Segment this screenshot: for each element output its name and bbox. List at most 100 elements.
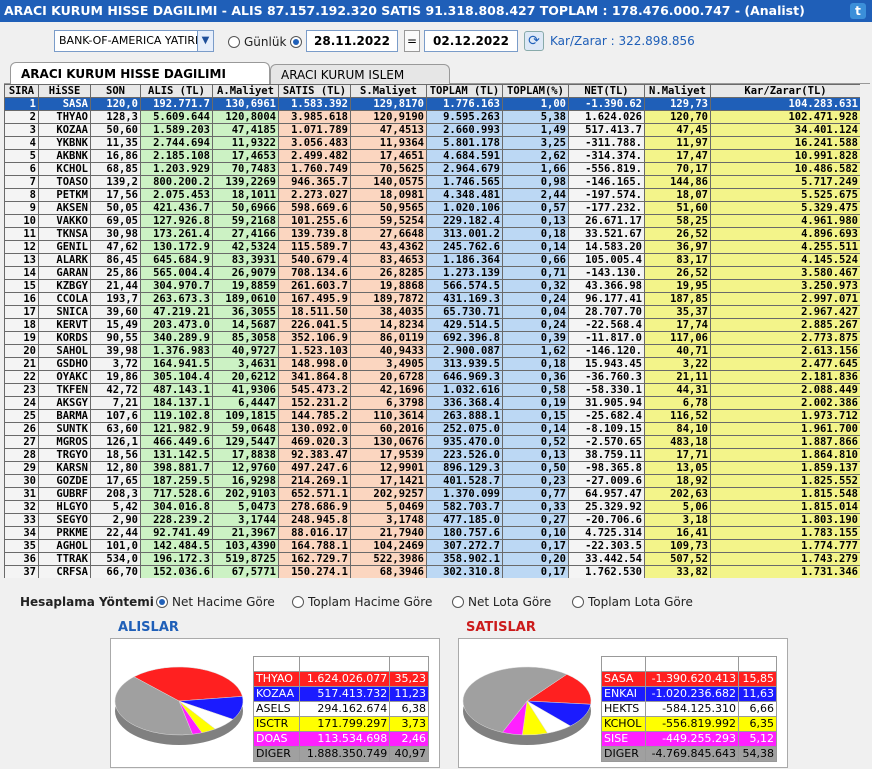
table-row[interactable]: 31 GUBRF 208,3 717.528.6 202,9103 652.571.1 20… — [4, 487, 860, 501]
column-header[interactable]: TOPLAM (TL) — [426, 84, 503, 98]
table-row[interactable]: 24 AKSGY 7,21 184.137.1 6,4447 152.231.2 6,379… — [4, 396, 860, 410]
grid-header: SIRA HiSSE SON ALIS (TL) A.Maliyet SATIS (TL)… — [4, 84, 860, 98]
legend-cell: -556.819.992 — [645, 715, 740, 732]
table-cell: 0,66 — [502, 253, 569, 267]
table-row[interactable]: 1 SASA 120,0 192.771.7 130,6961 1.583.392 129,… — [4, 97, 860, 111]
table-row[interactable]: 21 GSDHO 3,72 164.941.5 3,4631 148.998.0 3,490… — [4, 357, 860, 371]
twitter-icon[interactable]: t — [850, 3, 866, 19]
table-row[interactable]: 14 GARAN 25,86 565.004.4 26,9079 708.134.6 26,… — [4, 266, 860, 280]
legend-cell: ISCTR — [253, 715, 300, 732]
table-row[interactable]: 2 THYAO 128,3 5.609.644 120,8004 3.985.618 120… — [4, 110, 860, 124]
date-to-field[interactable]: 02.12.2022 — [424, 30, 518, 52]
table-row[interactable]: 4 YKBNK 11,35 2.744.694 11,9322 3.056.483 11,9… — [4, 136, 860, 150]
table-row[interactable]: 37 CRFSA 66,70 152.036.6 67,5771 150.274.1 68,… — [4, 565, 860, 578]
range-radio[interactable] — [290, 35, 306, 49]
table-cell: 120,70 — [644, 110, 711, 124]
table-cell: 85,3058 — [212, 331, 279, 345]
table-cell: 13 — [4, 253, 39, 267]
chevron-down-icon[interactable]: ▼ — [197, 31, 213, 51]
table-cell: 101.255.6 — [278, 214, 351, 228]
method-toplam-lota[interactable]: Toplam Lota Göre — [572, 595, 693, 609]
broker-select[interactable]: BANK-OF-AMERICA YATIRIM ▼ — [54, 30, 214, 52]
table-row[interactable]: 36 TTRAK 534,0 196.172.3 519,8725 162.729.7 52… — [4, 552, 860, 566]
table-cell: 223.526.0 — [426, 448, 503, 462]
table-cell: 1.523.103 — [278, 344, 351, 358]
table-cell: 1.973.712 — [710, 409, 860, 423]
table-row[interactable]: 16 CCOLA 193,7 263.673.3 189,0610 167.495.9 18… — [4, 292, 860, 306]
radio-icon — [228, 36, 240, 48]
column-header[interactable]: SATIS (TL) — [278, 84, 351, 98]
table-row[interactable]: 7 TOASO 139,2 800.200.2 139,2269 946.365.7 140… — [4, 175, 860, 189]
table-row[interactable]: 15 KZBGY 21,44 304.970.7 19,8859 261.603.7 19,… — [4, 279, 860, 293]
table-cell: PETKM — [38, 188, 91, 202]
tab-hisse-dagilimi[interactable]: ARACI KURUM HISSE DAGILIMI — [10, 62, 270, 85]
table-row[interactable]: 12 GENIL 47,62 130.172.9 42,5324 115.589.7 43,… — [4, 240, 860, 254]
table-cell: 29 — [4, 461, 39, 475]
table-cell: 2.773.875 — [710, 331, 860, 345]
table-row[interactable]: 35 AGHOL 101,0 142.484.5 103,4390 164.788.1 10… — [4, 539, 860, 553]
table-cell: 1.186.364 — [426, 253, 503, 267]
table-row[interactable]: 23 TKFEN 42,72 487.143.1 41,9306 545.473.2 42,… — [4, 383, 860, 397]
legend-cell: SISE — [600, 730, 647, 747]
refresh-icon[interactable]: ⟳ — [524, 31, 544, 51]
table-row[interactable]: 27 MGROS 126,1 466.449.6 129,5447 469.020.3 13… — [4, 435, 860, 449]
column-header[interactable]: Kar/Zarar(TL) — [710, 84, 860, 98]
legend-cell: 1.888.350.749 — [298, 745, 391, 762]
column-header[interactable]: N.Maliyet — [644, 84, 711, 98]
table-row[interactable]: 5 AKBNK 16,86 2.185.108 17,4653 2.499.482 17,4… — [4, 149, 860, 163]
table-cell: 5.329.475 — [710, 201, 860, 215]
table-row[interactable]: 28 TRGYO 18,56 131.142.5 17,8838 92.383.47 17,… — [4, 448, 860, 462]
table-row[interactable]: 18 KERVT 15,49 203.473.0 14,5687 226.041.5 14,… — [4, 318, 860, 332]
table-cell: 0,27 — [502, 513, 569, 527]
table-row[interactable]: 26 SUNTK 63,60 121.982.9 59,0648 130.092.0 60,… — [4, 422, 860, 436]
table-row[interactable]: 22 OYAKC 19,86 305.104.4 20,6212 341.864.8 20,… — [4, 370, 860, 384]
column-header[interactable]: TOPLAM(%) — [502, 84, 569, 98]
table-cell: -36.760.3 — [568, 370, 645, 384]
legend-cell: 15,85 — [738, 670, 777, 687]
table-cell: 130,0676 — [350, 435, 427, 449]
table-row[interactable]: 30 GOZDE 17,65 187.259.5 16,9298 214.269.1 17,… — [4, 474, 860, 488]
column-header[interactable]: NET(TL) — [568, 84, 645, 98]
table-cell: SEGYO — [38, 513, 91, 527]
table-cell: 431.169.3 — [426, 292, 503, 306]
table-cell: 0,23 — [502, 474, 569, 488]
table-cell: 96.177.41 — [568, 292, 645, 306]
table-row[interactable]: 17 SNICA 39,60 47.219.21 36,3055 18.511.50 38,… — [4, 305, 860, 319]
table-cell: 23 — [4, 383, 39, 397]
column-header[interactable]: ALIS (TL) — [140, 84, 213, 98]
table-row[interactable]: 20 SAHOL 39,98 1.376.983 40,9727 1.523.103 40,… — [4, 344, 860, 358]
column-header[interactable]: HiSSE — [38, 84, 91, 98]
table-cell: 4.896.693 — [710, 227, 860, 241]
table-cell: 2.499.482 — [278, 149, 351, 163]
table-row[interactable]: 25 BARMA 107,6 119.102.8 109,1815 144.785.2 11… — [4, 409, 860, 423]
tab-islem-ozeti[interactable]: ARACI KURUM ISLEM OZETI — [270, 64, 450, 102]
column-header[interactable]: S.Maliyet — [350, 84, 427, 98]
table-row[interactable]: 9 AKSEN 50,05 421.436.7 50,6966 598.669.6 50,9… — [4, 201, 860, 215]
table-row[interactable]: 29 KARSN 12,80 398.881.7 12,9760 497.247.6 12,… — [4, 461, 860, 475]
table-row[interactable]: 10 VAKKO 69,05 127.926.8 59,2168 101.255.6 59,… — [4, 214, 860, 228]
column-header[interactable]: SIRA — [4, 84, 39, 98]
table-row[interactable]: 19 KORDS 90,55 340.289.9 85,3058 352.106.9 86,… — [4, 331, 860, 345]
data-grid[interactable]: SIRA HiSSE SON ALIS (TL) A.Maliyet SATIS (TL)… — [4, 84, 860, 578]
table-cell: BARMA — [38, 409, 91, 423]
table-row[interactable]: 6 KCHOL 68,85 1.203.929 70,7483 1.760.749 70,5… — [4, 162, 860, 176]
date-from-field[interactable]: 28.11.2022 — [306, 30, 398, 52]
method-toplam-hacim[interactable]: Toplam Hacime Göre — [292, 595, 432, 609]
daily-radio[interactable]: Günlük — [228, 35, 286, 49]
table-cell: 148.998.0 — [278, 357, 351, 371]
table-row[interactable]: 32 HLGYO 5,42 304.016.8 5,0473 278.686.9 5,046… — [4, 500, 860, 514]
table-row[interactable]: 8 PETKM 17,56 2.075.453 18,1011 2.273.027 18,0… — [4, 188, 860, 202]
method-net-hacim[interactable]: Net Hacime Göre — [156, 595, 275, 609]
method-net-lota[interactable]: Net Lota Göre — [452, 595, 551, 609]
table-cell: 16,41 — [644, 526, 711, 540]
column-header[interactable]: SON — [90, 84, 141, 98]
table-row[interactable]: 3 KOZAA 50,60 1.589.203 47,4185 1.071.789 47,4… — [4, 123, 860, 137]
table-cell: 189,0610 — [212, 292, 279, 306]
table-row[interactable]: 34 PRKME 22,44 92.741.49 21,3967 88.016.17 21,… — [4, 526, 860, 540]
table-row[interactable]: 13 ALARK 86,45 645.684.9 83,3931 540.679.4 83,… — [4, 253, 860, 267]
table-row[interactable]: 33 SEGYO 2,90 228.239.2 3,1744 248.945.8 3,174… — [4, 513, 860, 527]
table-cell: 0,36 — [502, 370, 569, 384]
column-header[interactable]: A.Maliyet — [212, 84, 279, 98]
table-row[interactable]: 11 TKNSA 30,98 173.261.4 27,4166 139.739.8 27,… — [4, 227, 860, 241]
table-cell: 5 — [4, 149, 39, 163]
